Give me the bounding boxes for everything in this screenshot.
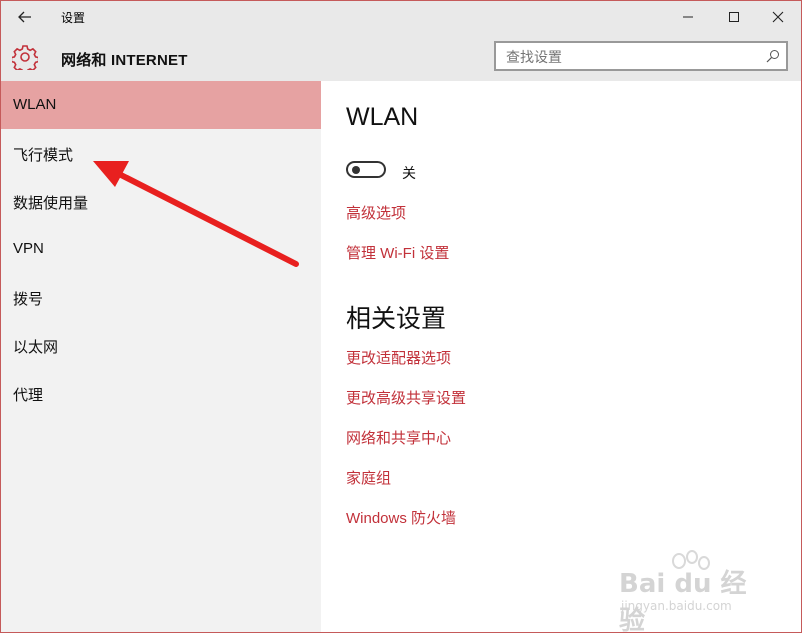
change-adapter-options-link[interactable]: 更改适配器选项 <box>346 347 451 368</box>
watermark-brand: Bai du 经验 <box>619 569 747 633</box>
windows-firewall-link[interactable]: Windows 防火墙 <box>346 507 456 528</box>
maximize-button[interactable] <box>711 1 757 33</box>
advanced-options-link[interactable]: 高级选项 <box>346 202 406 223</box>
sidebar-item-label: WLAN <box>13 96 57 113</box>
sidebar-item-ethernet[interactable]: 以太网 <box>1 321 321 369</box>
close-icon <box>772 11 784 23</box>
sidebar-item-dial-up[interactable]: 拨号 <box>1 273 321 321</box>
search-icon[interactable] <box>766 49 780 63</box>
change-advanced-sharing-link[interactable]: 更改高级共享设置 <box>346 387 466 408</box>
sidebar-item-label: 以太网 <box>13 339 59 356</box>
sidebar-item-label: 拨号 <box>13 291 44 308</box>
minimize-icon <box>683 16 693 18</box>
gear-icon <box>12 45 38 70</box>
window-title: 设置 <box>61 11 86 25</box>
minimize-button[interactable] <box>665 1 711 33</box>
section-heading-related: 相关设置 <box>346 305 447 333</box>
sidebar-item-label: 数据使用量 <box>13 195 89 212</box>
maximize-icon <box>729 12 739 22</box>
sidebar-item-airplane-mode[interactable]: 飞行模式 <box>1 129 321 177</box>
title-bar: 设置 <box>1 1 801 33</box>
close-button[interactable] <box>755 1 801 33</box>
sidebar-item-proxy[interactable]: 代理 <box>1 369 321 417</box>
search-input[interactable] <box>496 43 768 71</box>
sidebar-item-label: 飞行模式 <box>13 147 74 164</box>
homegroup-link[interactable]: 家庭组 <box>346 467 391 488</box>
watermark-url: jingyan.baidu.com <box>621 599 732 613</box>
sidebar: WLAN 飞行模式 数据使用量 VPN 拨号 以太网 代理 <box>1 81 321 632</box>
toggle-knob <box>352 166 360 174</box>
sidebar-item-vpn[interactable]: VPN <box>1 225 321 273</box>
arrow-left-icon <box>18 11 31 23</box>
manage-wifi-settings-link[interactable]: 管理 Wi-Fi 设置 <box>346 242 449 263</box>
toggle-state-label: 关 <box>402 165 416 181</box>
sidebar-item-label: 代理 <box>13 387 44 404</box>
sidebar-item-data-usage[interactable]: 数据使用量 <box>1 177 321 225</box>
sidebar-item-wlan[interactable]: WLAN <box>1 81 321 129</box>
baidu-watermark: Bai du 经验 jingyan.baidu.com <box>617 549 767 632</box>
search-box[interactable] <box>494 41 788 71</box>
wlan-toggle[interactable] <box>346 161 386 178</box>
back-button[interactable] <box>9 5 41 29</box>
page-header: 网络和 INTERNET <box>1 33 801 81</box>
network-sharing-center-link[interactable]: 网络和共享中心 <box>346 427 451 448</box>
sidebar-item-label: VPN <box>13 240 44 257</box>
settings-window: 设置 网络和 INTERNET WLAN <box>0 0 802 633</box>
section-heading-wlan: WLAN <box>346 103 419 131</box>
page-title: 网络和 INTERNET <box>61 52 188 69</box>
